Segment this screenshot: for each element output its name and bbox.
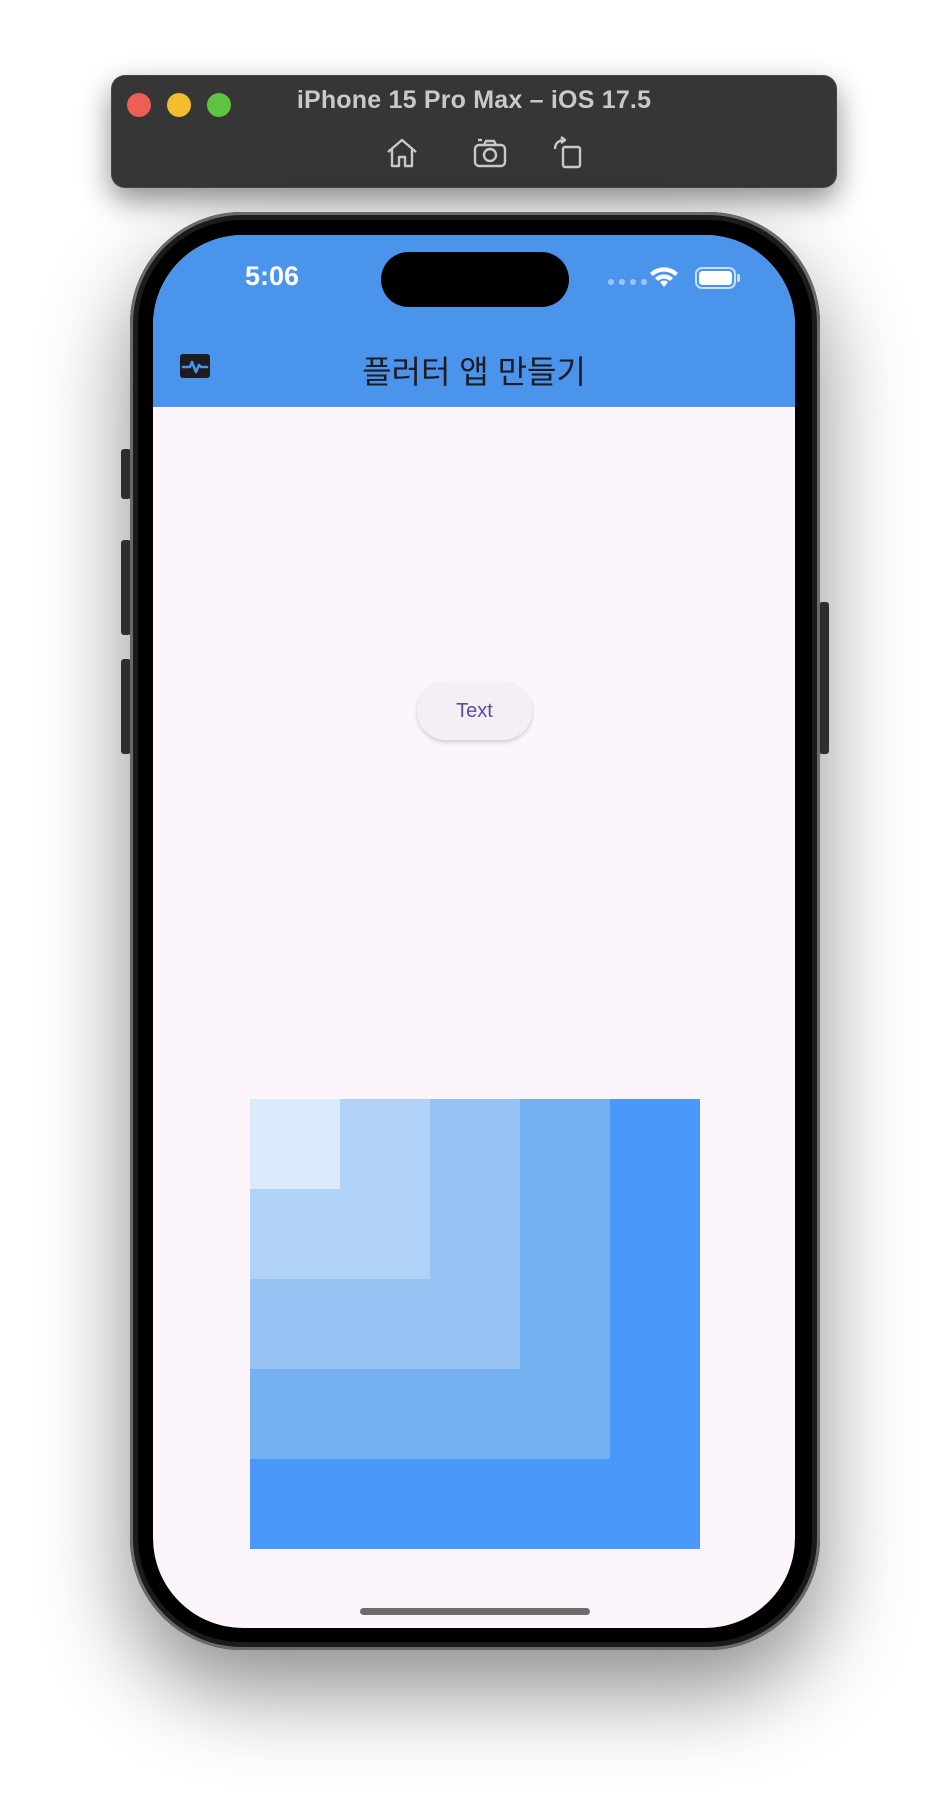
screenshot-icon[interactable] xyxy=(472,136,508,170)
simulator-stage: iPhone 15 Pro Max – iOS 17.5 5:06 DEBUG … xyxy=(0,0,948,1802)
status-time: 5:06 xyxy=(245,261,300,291)
app-bar-title: 플러터 앱 만들기 xyxy=(362,354,586,390)
home-icon[interactable] xyxy=(384,136,420,170)
text-button[interactable]: Text xyxy=(417,682,532,740)
rotate-icon[interactable] xyxy=(550,136,586,170)
cellular-icon xyxy=(608,279,647,285)
phone-screen: 5:06 DEBUG 플러터 앱 만들기 Text xyxy=(153,235,795,1628)
dynamic-island xyxy=(381,252,569,307)
home-indicator[interactable] xyxy=(360,1608,590,1615)
debug-label: DEBUG xyxy=(740,235,795,341)
wifi-icon xyxy=(648,265,680,289)
square-level-5 xyxy=(250,1099,340,1189)
power-button xyxy=(819,602,829,754)
simulator-title: iPhone 15 Pro Max – iOS 17.5 xyxy=(296,86,652,114)
